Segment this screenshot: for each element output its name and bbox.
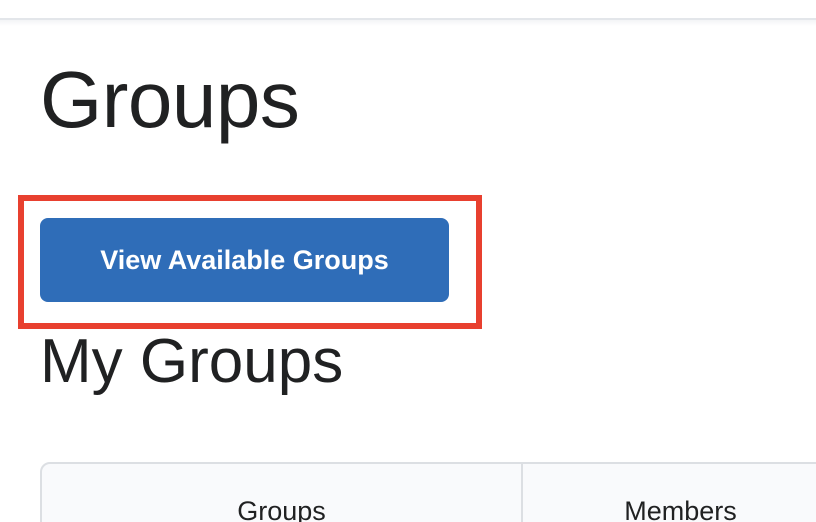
groups-page: Groups View Available Groups My Groups G… <box>0 0 816 522</box>
my-groups-heading: My Groups <box>40 327 344 396</box>
column-header-groups[interactable]: Groups <box>42 464 523 522</box>
view-available-groups-button[interactable]: View Available Groups <box>40 218 449 302</box>
top-navigation-bar <box>0 0 816 20</box>
my-groups-table: Groups Members <box>40 462 816 522</box>
page-title: Groups <box>40 55 300 144</box>
nav-shadow <box>0 20 816 26</box>
column-header-members[interactable]: Members <box>523 464 816 522</box>
